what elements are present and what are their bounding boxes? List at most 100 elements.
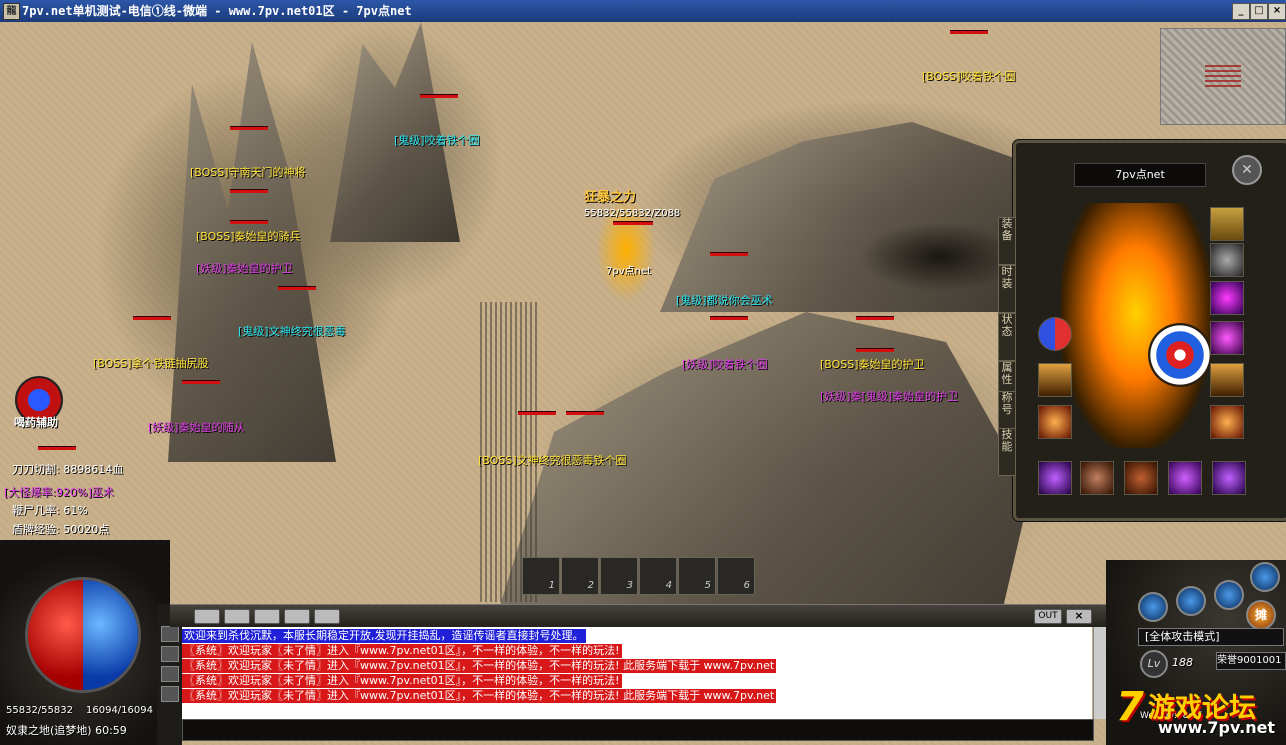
chat-scrollbar[interactable] — [1093, 627, 1106, 719]
location-text: 奴隶之地(追梦地) 60:59 — [6, 724, 127, 737]
stall-button[interactable]: 摊 — [1246, 600, 1276, 630]
attack-mode[interactable]: [全体攻击模式] — [1138, 628, 1284, 646]
chat-log[interactable]: 欢迎来到杀伐沉默，本服长期稳定开放,发现开挂捣乱，造谣传谣者直接封号处理。 〖系统… — [182, 627, 1092, 719]
monster-hp-bar — [420, 94, 458, 98]
skill-slot-6[interactable]: 6 — [717, 557, 755, 595]
potion-assist-button[interactable]: 喝药辅助 — [14, 414, 58, 430]
player-title-badge: 狂暴之力 — [584, 190, 637, 205]
chat-out-button[interactable]: OUT — [1034, 609, 1062, 624]
tab-skills[interactable]: 技能 — [998, 428, 1016, 476]
rock-pillar — [168, 42, 336, 462]
player-hp-text: 55832/55832/Z088 — [584, 208, 681, 219]
monster-label[interactable]: [妖级]咬着铁个圈 — [682, 356, 768, 372]
chat-message: 〖系统〗欢迎玩家〖未了情〗进入『www.7pv.net01区』，不一样的体验，不… — [182, 644, 622, 658]
chat-input[interactable] — [182, 719, 1094, 741]
equip-slot[interactable] — [1210, 321, 1244, 355]
equipment-panel: 7pv点net ✕ 装备 时装 状态 属性 称号 技能 — [998, 140, 1286, 521]
skill-slot-1[interactable]: 1 — [522, 557, 560, 595]
monster-hp-bar — [230, 220, 268, 224]
monster-label[interactable]: [妖级]秦始皇的随从 — [148, 419, 245, 435]
minimap[interactable] — [1160, 28, 1286, 125]
honor-value: 荣誉9001001 — [1216, 652, 1286, 670]
minimize-button[interactable]: _ — [1232, 3, 1250, 20]
app-icon: 龍 — [3, 3, 20, 20]
monster-hp-bar — [856, 316, 894, 320]
hud-round-button[interactable] — [1214, 580, 1244, 610]
monster-hp-bar — [566, 411, 604, 415]
monster-label[interactable]: [BOSS]秦始皇的骑兵 — [196, 228, 301, 244]
chat-channel-button[interactable] — [194, 609, 220, 624]
chat-side-button[interactable] — [161, 646, 179, 662]
level-label: Lv — [1140, 650, 1168, 678]
hud-round-button[interactable] — [1138, 592, 1168, 622]
equip-slot[interactable] — [1080, 461, 1114, 495]
mp-value: 16094/16094 — [86, 705, 153, 716]
chat-channel-button[interactable] — [314, 609, 340, 624]
equip-close-icon[interactable]: ✕ — [1232, 155, 1262, 185]
cave-entrance — [860, 222, 1020, 292]
equip-slot[interactable] — [1168, 461, 1202, 495]
skill-slot-3[interactable]: 3 — [600, 557, 638, 595]
hud-round-button[interactable] — [1250, 562, 1280, 592]
monster-label[interactable]: [鬼级]文神终究很恶毒 — [238, 323, 346, 339]
stat-line: 盾牌经验: 50020点 — [12, 523, 110, 536]
monster-hp-bar — [278, 286, 316, 290]
monster-label[interactable]: [BOSS]守南天门的神将 — [190, 164, 306, 180]
monster-label[interactable]: [鬼级]咬着铁个圈 — [394, 132, 480, 148]
player-small-hp-bar — [38, 446, 76, 450]
monster-hp-bar — [518, 411, 556, 415]
tab-status[interactable]: 状态 — [998, 313, 1016, 361]
hp-mp-orb — [25, 577, 141, 693]
equip-slot[interactable] — [1124, 461, 1158, 495]
equip-slot[interactable] — [1038, 461, 1072, 495]
monster-hp-bar — [710, 252, 748, 256]
equip-slot[interactable] — [1210, 243, 1244, 277]
window-title: 7pv.net单机测试-电信①线-微端 - www.7pv.net01区 - 7… — [22, 4, 412, 18]
skill-slot-number: 3 — [626, 580, 633, 591]
chat-message: 〖系统〗欢迎玩家〖未了情〗进入『www.7pv.net01区』，不一样的体验，不… — [182, 689, 777, 703]
skill-slot-number: 6 — [743, 580, 750, 591]
chat-side-button[interactable] — [161, 686, 179, 702]
yin-yang-icon[interactable] — [1038, 317, 1072, 351]
maximize-button[interactable]: □ — [1250, 3, 1268, 20]
monster-label[interactable]: [妖级]秦始皇的护卫 — [196, 260, 293, 276]
monster-label[interactable]: [BOSS]咬着铁个圈 — [922, 68, 1016, 84]
chat-message: 〖系统〗欢迎玩家〖未了情〗进入『www.7pv.net01区』，不一样的体验，不… — [182, 674, 622, 688]
skill-slot-number: 5 — [704, 580, 711, 591]
equip-slot[interactable] — [1038, 363, 1072, 397]
tab-equipment[interactable]: 装备 — [998, 217, 1016, 265]
monster-label[interactable]: [鬼级]都说你会巫术 — [676, 292, 773, 308]
tab-fashion[interactable]: 时装 — [998, 265, 1016, 313]
mp-orb-half — [83, 580, 138, 690]
player-hp-bar — [613, 221, 653, 225]
monster-hp-bar — [230, 126, 268, 130]
skill-slot-2[interactable]: 2 — [561, 557, 599, 595]
close-window-button[interactable]: × — [1268, 3, 1286, 20]
monster-label[interactable]: [BOSS]拿个铁链抽尻股 — [93, 355, 209, 371]
chat-channel-button[interactable] — [224, 609, 250, 624]
window-title-bar[interactable]: 龍 7pv.net单机测试-电信①线-微端 - www.7pv.net01区 -… — [0, 0, 1286, 22]
monster-label[interactable]: [妖级]秦[鬼级]秦始皇的护卫 — [820, 388, 958, 404]
equip-slot-weapon[interactable] — [1210, 207, 1244, 241]
brand-url: www.7pv.net — [1158, 718, 1276, 737]
chat-message: 欢迎来到杀伐沉默，本服长期稳定开放,发现开挂捣乱，造谣传谣者直接封号处理。 — [182, 629, 586, 643]
equip-slot[interactable] — [1210, 281, 1244, 315]
monster-label[interactable]: [BOSS]秦始皇的护卫 — [820, 356, 925, 372]
equip-slot[interactable] — [1038, 405, 1072, 439]
equip-slot[interactable] — [1212, 461, 1246, 495]
skill-slot-4[interactable]: 4 — [639, 557, 677, 595]
chat-channel-button[interactable] — [254, 609, 280, 624]
chat-channel-button[interactable] — [284, 609, 310, 624]
chat-close-button[interactable]: × — [1066, 609, 1092, 624]
monster-hp-bar — [950, 30, 988, 34]
brand-watermark: 7 游戏论坛 www.7pv.net — [1110, 682, 1286, 742]
monster-hp-bar — [230, 189, 268, 193]
monster-label[interactable]: [BOSS]文神终究很恶毒铁个圈 — [478, 452, 627, 468]
skill-slot-5[interactable]: 5 — [678, 557, 716, 595]
chat-side-button[interactable] — [161, 666, 179, 682]
equip-slot[interactable] — [1210, 363, 1244, 397]
equip-slot[interactable] — [1210, 405, 1244, 439]
hud-round-button[interactable] — [1176, 586, 1206, 616]
chat-side-button[interactable] — [161, 626, 179, 642]
stat-line: 鞭尸几率: 61% — [12, 504, 88, 517]
